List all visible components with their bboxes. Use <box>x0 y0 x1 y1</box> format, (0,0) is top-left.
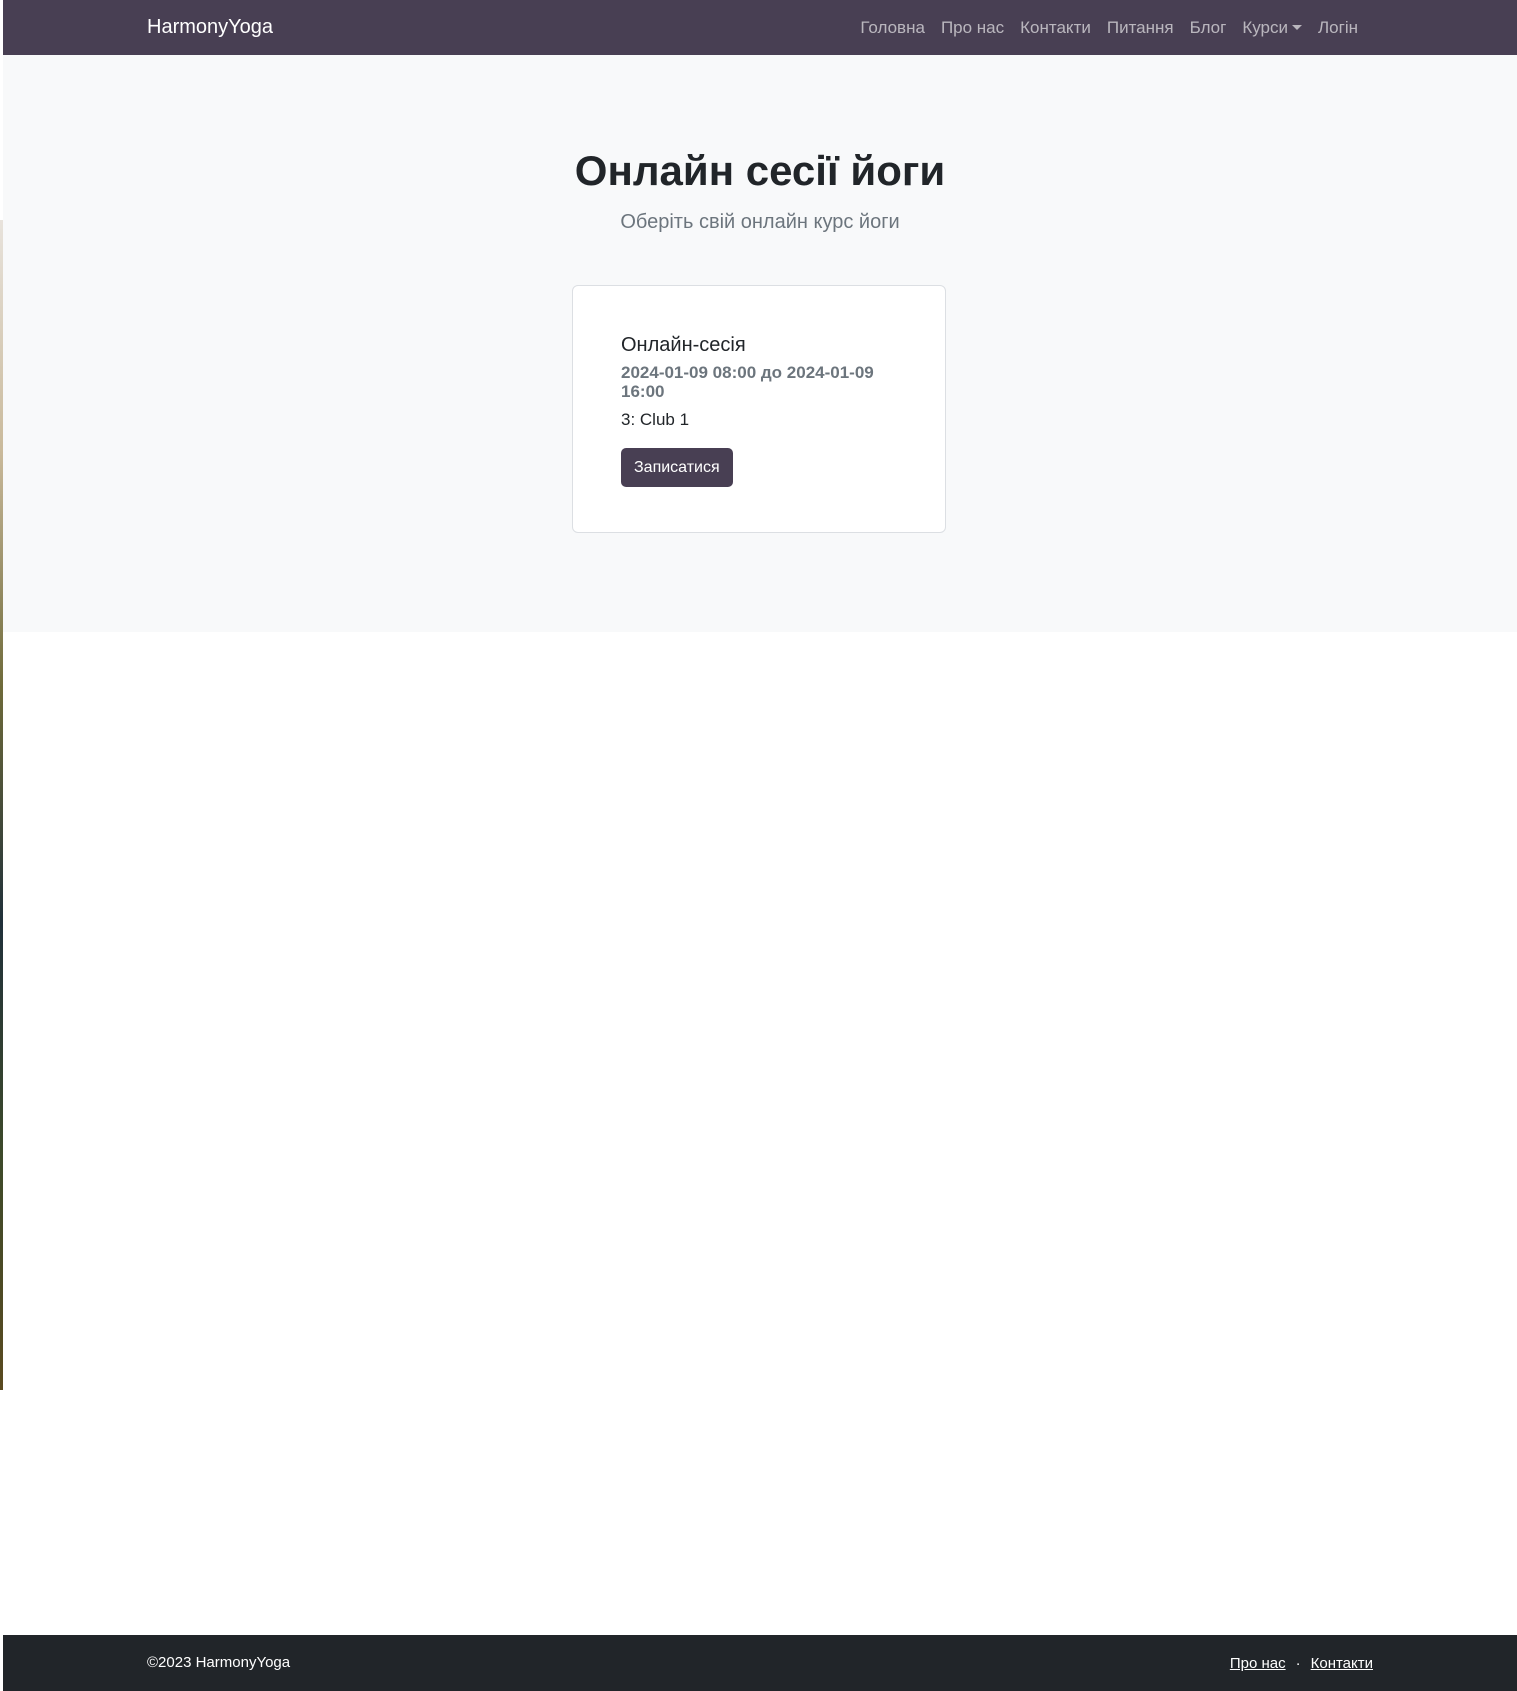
session-club: 3: Club 1 <box>621 410 690 429</box>
session-card: Онлайн-сесія 2024-01-09 08:00 до 2024-01… <box>572 285 946 533</box>
nav-links: Головна Про нас Контакти Питання Блог Ку… <box>852 0 1366 55</box>
nav-link-contacts[interactable]: Контакти <box>1012 18 1099 38</box>
enroll-button[interactable]: Записатися <box>621 448 733 487</box>
session-title: Онлайн-сесія <box>621 334 746 356</box>
nav-dropdown-courses-label: Курси <box>1242 17 1289 37</box>
page-title: Онлайн сесії йоги <box>574 147 946 194</box>
footer-link-contacts[interactable]: Контакти <box>1311 1655 1373 1672</box>
footer-separator: · <box>1295 1654 1301 1672</box>
nav-link-faq[interactable]: Питання <box>1099 18 1182 38</box>
caret-down-icon <box>1292 25 1303 30</box>
footer-link-about[interactable]: Про нас <box>1230 1655 1286 1672</box>
footer-links: Про нас · Контакти <box>1230 1635 1373 1691</box>
nav-link-login[interactable]: Логін <box>1310 18 1366 38</box>
nav-link-blog[interactable]: Блог <box>1182 18 1235 38</box>
page-subtitle: Оберіть свій онлайн курс йоги <box>620 211 900 233</box>
hero-section: Онлайн сесії йоги Оберіть свій онлайн ку… <box>3 55 1517 632</box>
brand-logo-link[interactable]: HarmonyYoga <box>147 0 273 55</box>
session-datetime: 2024-01-09 08:00 до 2024-01-09 16:00 <box>621 363 874 401</box>
nav-link-about[interactable]: Про нас <box>933 18 1012 38</box>
page: HarmonyYoga Головна Про нас Контакти Пит… <box>3 0 1517 1691</box>
footer: ©2023 HarmonyYoga Про нас · Контакти <box>3 1635 1517 1691</box>
nav-dropdown-courses[interactable]: Курси <box>1234 18 1310 38</box>
nav-link-home[interactable]: Головна <box>852 18 933 38</box>
footer-copyright: ©2023 HarmonyYoga <box>147 1654 291 1671</box>
navbar: HarmonyYoga Головна Про нас Контакти Пит… <box>3 0 1517 55</box>
